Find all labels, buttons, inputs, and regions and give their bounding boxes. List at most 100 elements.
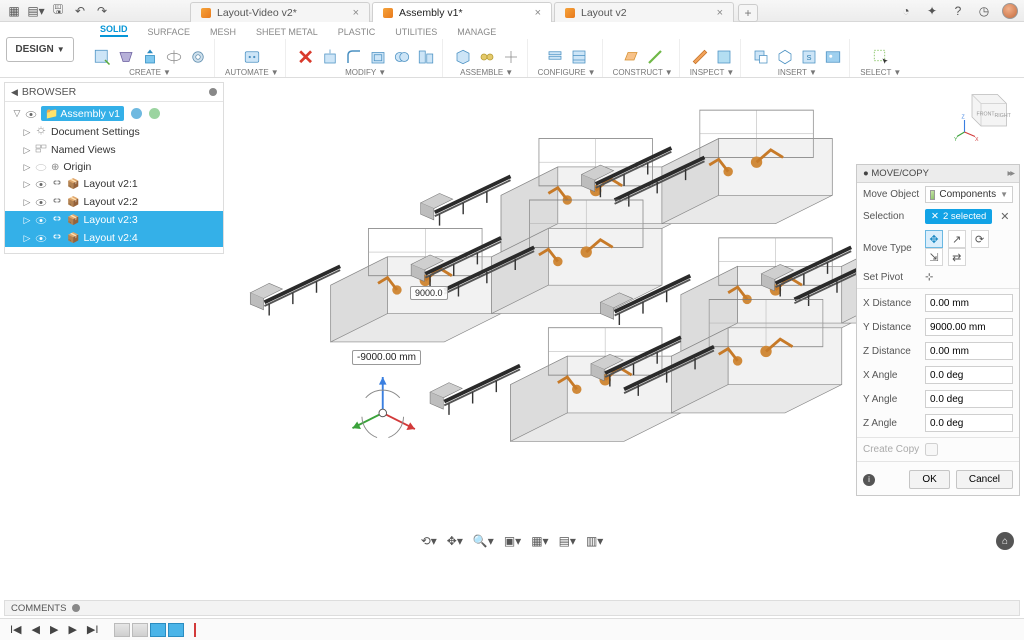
visibility-icon[interactable]	[35, 233, 47, 243]
revolve-icon[interactable]	[164, 47, 184, 67]
configure-icon[interactable]	[569, 47, 589, 67]
automate-icon[interactable]	[242, 47, 262, 67]
selection-chip[interactable]: ✕ 2 selected	[925, 209, 992, 224]
tree-item-layout2[interactable]: ▷📦Layout v2:2	[5, 193, 223, 211]
home-view-button[interactable]: ⌂	[996, 532, 1014, 550]
timeline-feature[interactable]	[132, 623, 148, 637]
grid-menu-icon[interactable]: ▦	[6, 4, 22, 18]
ribbon-tab-mesh[interactable]: MESH	[210, 27, 236, 37]
workspace-switcher[interactable]: DESIGN▼	[0, 22, 80, 77]
joint-origin-icon[interactable]	[501, 47, 521, 67]
timeline-back-button[interactable]: ◀	[30, 623, 42, 636]
tree-item-layout1[interactable]: ▷📦Layout v2:1	[5, 175, 223, 193]
timeline-feature[interactable]	[168, 623, 184, 637]
viewports-icon[interactable]: ▥▾	[586, 534, 603, 548]
create-form-icon[interactable]	[116, 47, 136, 67]
visibility-icon[interactable]	[35, 179, 47, 189]
new-tab-button[interactable]: +	[738, 4, 758, 22]
ribbon-tab-sheetmetal[interactable]: SHEET METAL	[256, 27, 318, 37]
viewcube[interactable]: FRONT RIGHT Y Z X	[954, 84, 1014, 144]
delete-icon[interactable]: ✕	[296, 47, 316, 67]
doc-tab-2[interactable]: Layout v2×	[554, 2, 734, 22]
axis-icon[interactable]	[645, 47, 665, 67]
hole-icon[interactable]	[188, 47, 208, 67]
extensions-icon[interactable]: ◔	[898, 4, 914, 18]
y-distance-input[interactable]	[925, 318, 1013, 336]
close-icon[interactable]: ×	[535, 7, 541, 19]
redo-icon[interactable]: ↷	[94, 4, 110, 18]
clear-selection-icon[interactable]: ✕	[1000, 210, 1009, 223]
insert-derive-icon[interactable]	[751, 47, 771, 67]
tree-item-settings[interactable]: ▷Document Settings	[5, 123, 223, 141]
x-angle-input[interactable]	[925, 366, 1013, 384]
inspect-icon[interactable]	[714, 47, 734, 67]
z-angle-input[interactable]	[925, 414, 1013, 432]
press-pull-icon[interactable]	[320, 47, 340, 67]
joint-icon[interactable]	[477, 47, 497, 67]
notifications-icon[interactable]: ✦	[924, 4, 940, 18]
ribbon-tab-plastic[interactable]: PLASTIC	[338, 27, 376, 37]
visibility-icon[interactable]	[25, 109, 37, 119]
set-pivot-button[interactable]: ⊹	[925, 272, 933, 283]
close-icon[interactable]: ×	[353, 7, 359, 19]
new-sketch-icon[interactable]	[92, 47, 112, 67]
ribbon-tab-utilities[interactable]: UTILITIES	[395, 27, 437, 37]
browser-header[interactable]: ◀ BROWSER	[5, 83, 223, 102]
select-icon[interactable]	[871, 47, 891, 67]
fit-icon[interactable]: ▣▾	[504, 534, 521, 548]
align-icon[interactable]	[416, 47, 436, 67]
move-type-rotate[interactable]: ⟳	[971, 230, 989, 248]
timeline-feature[interactable]	[150, 623, 166, 637]
visibility-icon[interactable]	[35, 215, 47, 225]
pan-icon[interactable]: ✥▾	[447, 534, 463, 548]
decal-icon[interactable]	[823, 47, 843, 67]
visibility-icon[interactable]	[35, 197, 47, 207]
shell-icon[interactable]	[368, 47, 388, 67]
move-object-combo[interactable]: Components▼	[925, 186, 1013, 203]
disclosure-icon[interactable]: ▽	[13, 108, 21, 119]
fillet-icon[interactable]	[344, 47, 364, 67]
timeline-feature[interactable]	[114, 623, 130, 637]
panel-title[interactable]: ● MOVE/COPY▸▸	[857, 165, 1019, 183]
file-menu-icon[interactable]: ▤▾	[28, 4, 44, 18]
timeline-marker[interactable]	[194, 623, 196, 637]
doc-tab-1[interactable]: Assembly v1*×	[372, 2, 552, 22]
orbit-icon[interactable]: ⟲▾	[421, 534, 437, 548]
move-type-free[interactable]: ✥	[925, 230, 943, 248]
move-type-p2p[interactable]: ⇄	[948, 248, 966, 266]
insert-svg-icon[interactable]: S	[799, 47, 819, 67]
help-icon[interactable]: ?	[950, 4, 966, 18]
collapse-dot-icon[interactable]	[72, 604, 80, 612]
timeline-play-button[interactable]: ▶	[48, 623, 60, 636]
insert-mesh-icon[interactable]	[775, 47, 795, 67]
radio-icon[interactable]	[131, 108, 142, 119]
tree-item-views[interactable]: ▷Named Views	[5, 141, 223, 159]
ok-button[interactable]: OK	[909, 470, 949, 489]
tree-item-layout4[interactable]: ▷📦Layout v2:4	[5, 229, 223, 247]
parameters-icon[interactable]	[545, 47, 565, 67]
undo-icon[interactable]: ↶	[72, 4, 88, 18]
user-avatar[interactable]	[1002, 3, 1018, 19]
zoom-icon[interactable]: 🔍▾	[473, 534, 494, 548]
measure-icon[interactable]	[690, 47, 710, 67]
extrude-icon[interactable]	[140, 47, 160, 67]
dim-box-label[interactable]: -9000.00 mm	[352, 350, 421, 365]
clock-icon[interactable]: ◷	[976, 4, 992, 18]
ribbon-tab-surface[interactable]: SURFACE	[148, 27, 191, 37]
timeline-start-button[interactable]: I◀	[8, 623, 24, 636]
x-distance-input[interactable]	[925, 294, 1013, 312]
move-type-point[interactable]: ⇲	[925, 248, 943, 266]
comments-bar[interactable]: COMMENTS	[4, 600, 1020, 616]
viewport[interactable]: 9000.0 -9000.00 mm ◀ BROWSER ▽ 📁 Assembl…	[0, 78, 1024, 596]
tree-item-layout3[interactable]: ▷📦Layout v2:3	[5, 211, 223, 229]
grid-icon[interactable]: ▤▾	[559, 534, 576, 548]
plane-icon[interactable]	[621, 47, 641, 67]
timeline-fwd-button[interactable]: ▶	[66, 623, 78, 636]
tree-root[interactable]: ▽ 📁 Assembly v1	[5, 104, 223, 123]
close-icon[interactable]: ×	[717, 7, 723, 19]
move-type-translate[interactable]: ↗	[948, 230, 966, 248]
tree-item-origin[interactable]: ▷⊕Origin	[5, 159, 223, 175]
timeline-end-button[interactable]: ▶I	[85, 623, 101, 636]
save-icon[interactable]: 🖫	[50, 4, 66, 18]
combine-icon[interactable]	[392, 47, 412, 67]
